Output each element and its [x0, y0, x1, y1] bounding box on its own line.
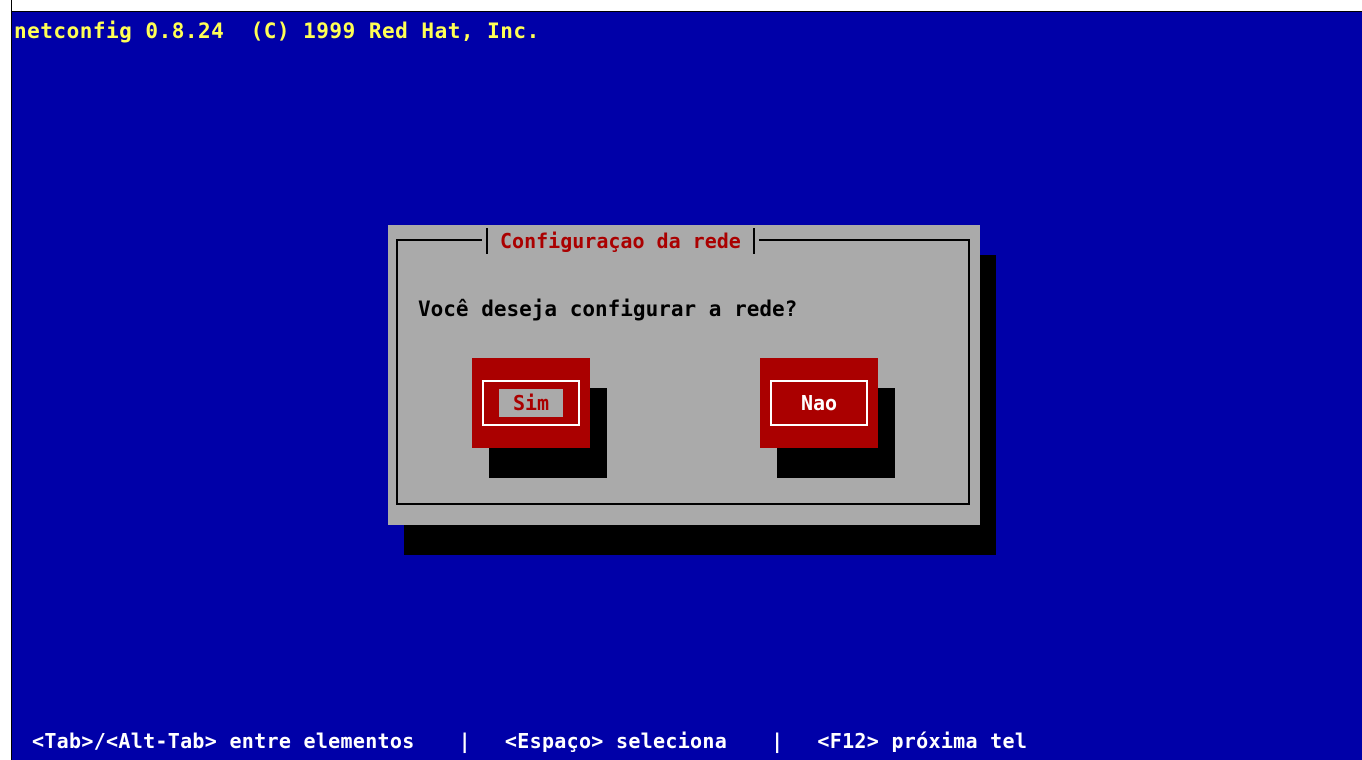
terminal-screen: netconfig 0.8.24 (C) 1999 Red Hat, Inc. …: [12, 12, 1362, 760]
no-button-label: Nao: [800, 391, 838, 415]
hint-space: <Espaço> seleciona: [504, 729, 728, 753]
title-right-tick: [752, 228, 755, 254]
yes-button-focus-frame: Sim: [482, 380, 580, 426]
hint-tab: <Tab>/<Alt-Tab> entre elementos: [32, 729, 415, 753]
status-separator: |: [771, 729, 784, 753]
app-title: netconfig 0.8.24 (C) 1999 Red Hat, Inc.: [14, 19, 540, 43]
status-separator: |: [458, 729, 471, 753]
hint-f12: <F12> próxima tel: [817, 729, 1028, 753]
dialog-title: Configuraçao da rede: [500, 229, 741, 253]
status-bar: <Tab>/<Alt-Tab> entre elementos | <Espaço>…: [32, 729, 1027, 753]
yes-button-label: Sim: [498, 389, 564, 417]
no-button-frame: Nao: [770, 380, 868, 426]
dialog-title-bar: Configuraçao da rede: [482, 227, 759, 255]
no-button[interactable]: Nao: [760, 358, 878, 448]
dialog-question: Você deseja configurar a rede?: [418, 297, 798, 321]
yes-button[interactable]: Sim: [472, 358, 590, 448]
network-config-dialog: Configuraçao da rede Você deseja configu…: [388, 225, 980, 525]
